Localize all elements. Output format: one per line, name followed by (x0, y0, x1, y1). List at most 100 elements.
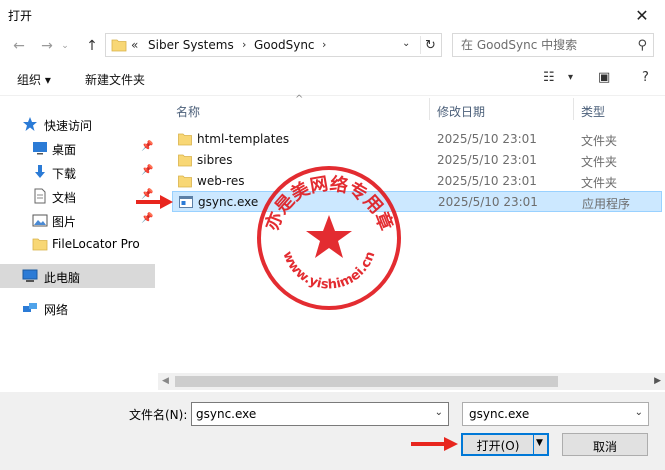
column-header-date[interactable]: 修改日期 (437, 96, 485, 122)
file-date: 2025/5/10 23:01 (437, 153, 537, 167)
sort-ascending-icon: ^ (295, 94, 304, 105)
forward-button[interactable]: → (36, 36, 58, 56)
search-box[interactable]: ⚲ (452, 33, 654, 57)
dropdown-arrow-icon[interactable]: ▼ (536, 438, 543, 448)
breadcrumb-separator-icon[interactable]: › (322, 38, 326, 51)
sidebar-item-label: 网络 (44, 303, 69, 317)
column-header-name[interactable]: 名称 (176, 96, 200, 122)
breadcrumb-separator-icon[interactable]: › (242, 38, 246, 51)
file-row[interactable]: html-templates 2025/5/10 23:01 文件夹 (172, 129, 662, 150)
scroll-right-icon[interactable]: ▶ (654, 376, 661, 386)
column-header-type[interactable]: 类型 (581, 96, 605, 122)
sidebar-item-filelocator-pro[interactable]: FileLocator Pro (0, 232, 155, 256)
file-row[interactable]: sibres 2025/5/10 23:01 文件夹 (172, 150, 662, 171)
file-type: 文件夹 (581, 176, 618, 190)
view-options-icon[interactable]: ☷ (543, 70, 555, 85)
sidebar-item-network[interactable]: 网络 (0, 296, 155, 320)
computer-icon (22, 269, 38, 282)
file-row[interactable]: web-res 2025/5/10 23:01 文件夹 (172, 171, 662, 192)
overflow-chevron-icon[interactable]: « (131, 38, 138, 52)
sidebar-item-label: 图片 (52, 215, 77, 229)
file-name: web-res (197, 174, 245, 188)
filename-input[interactable] (196, 406, 426, 422)
sidebar-item-quick-access[interactable]: 快速访问 (0, 112, 155, 136)
file-type: 文件夹 (581, 134, 618, 148)
cancel-button[interactable]: 取消 (562, 433, 648, 456)
chevron-down-icon: ⌄ (634, 407, 643, 418)
file-type: 应用程序 (582, 197, 631, 211)
pin-icon[interactable]: 📌 (141, 141, 153, 152)
open-button-label: 打开(O) (476, 439, 520, 453)
filetype-select[interactable]: gsync.exe ⌄ (462, 402, 649, 426)
watermark-seal: 亦是美网络专用章 www.yishimei.cn (257, 166, 401, 310)
column-divider[interactable] (573, 98, 574, 120)
chevron-down-icon[interactable]: ⌄ (435, 407, 443, 418)
sidebar-item-this-pc[interactable]: 此电脑 (0, 264, 155, 288)
preview-pane-icon[interactable]: ▣ (598, 70, 610, 85)
sidebar-item-label: 桌面 (52, 143, 77, 157)
file-list: ^ 名称 修改日期 类型 html-templates 2025/5/10 23… (158, 94, 665, 392)
open-button[interactable]: 打开(O) ▼ (461, 433, 549, 456)
address-dropdown-icon[interactable]: ⌄ (402, 38, 410, 49)
back-button[interactable]: ← (8, 36, 30, 56)
sidebar-item-label: 文档 (52, 191, 77, 205)
annotation-arrow-icon (136, 195, 173, 209)
file-date: 2025/5/10 23:01 (438, 195, 538, 209)
new-folder-button[interactable]: 新建文件夹 (85, 71, 145, 88)
file-row-selected[interactable]: gsync.exe 2025/5/10 23:01 应用程序 (172, 191, 662, 212)
sidebar-item-pictures[interactable]: 图片 📌 (0, 208, 155, 232)
filetype-value: gsync.exe (469, 407, 530, 421)
scrollbar-thumb[interactable] (175, 376, 558, 387)
close-button[interactable]: ✕ (619, 0, 665, 30)
dialog-footer: 文件名(N): ⌄ gsync.exe ⌄ 打开(O) ▼ 取消 (0, 392, 665, 470)
cancel-button-label: 取消 (592, 440, 617, 454)
refresh-button[interactable]: ↻ (420, 36, 440, 54)
folder-icon (111, 39, 127, 52)
network-icon (23, 303, 37, 312)
download-icon (35, 165, 45, 178)
address-bar[interactable]: « Siber Systems › GoodSync › ⌄ ↻ (105, 33, 442, 57)
arrow-up-icon: ↑ (86, 38, 98, 54)
command-bar: 组织 ▾ 新建文件夹 ☷ ▾ ▣ ? (0, 62, 665, 96)
view-dropdown-icon[interactable]: ▾ (568, 72, 573, 83)
file-name: sibres (197, 153, 233, 167)
recent-locations-button[interactable]: ⌄ (58, 36, 72, 56)
scroll-left-icon[interactable]: ◀ (162, 376, 169, 386)
breadcrumb-siber-systems[interactable]: Siber Systems (148, 38, 234, 52)
application-icon (179, 196, 193, 208)
navigation-bar: ← → ⌄ ↑ « Siber Systems › GoodSync › ⌄ ↻… (0, 30, 665, 62)
star-icon (306, 215, 352, 258)
star-icon (23, 117, 37, 131)
horizontal-scrollbar[interactable]: ◀ ▶ (158, 373, 665, 390)
sidebar-item-label: 此电脑 (44, 271, 81, 285)
column-divider[interactable] (429, 98, 430, 120)
sidebar-item-desktop[interactable]: 桌面 📌 (0, 136, 155, 160)
sidebar-item-documents[interactable]: 文档 📌 (0, 184, 155, 208)
picture-icon (32, 214, 48, 227)
arrow-left-icon: ← (13, 38, 25, 54)
breadcrumb-goodsync[interactable]: GoodSync (254, 38, 315, 52)
organize-button[interactable]: 组织 ▾ (17, 71, 51, 88)
sidebar-item-label: 下载 (52, 167, 77, 181)
up-button[interactable]: ↑ (81, 36, 103, 56)
pin-icon[interactable]: 📌 (141, 213, 153, 224)
folder-icon (178, 175, 192, 188)
pin-icon[interactable]: 📌 (141, 165, 153, 176)
window-title: 打开 (8, 9, 33, 23)
folder-icon (178, 154, 192, 167)
file-name: gsync.exe (198, 195, 259, 209)
folder-icon (178, 133, 192, 146)
file-date: 2025/5/10 23:01 (437, 132, 537, 146)
file-type: 文件夹 (581, 155, 618, 169)
sidebar-item-label: 快速访问 (44, 119, 93, 133)
refresh-icon: ↻ (425, 37, 436, 53)
filename-label: 文件名(N): (129, 408, 188, 422)
sidebar-item-downloads[interactable]: 下载 📌 (0, 160, 155, 184)
search-input[interactable] (461, 37, 631, 53)
help-icon[interactable]: ? (642, 70, 649, 85)
file-date: 2025/5/10 23:01 (437, 174, 537, 188)
navigation-pane: 快速访问 桌面 📌 下载 📌 文档 📌 图片 📌 FileLocator Pro… (0, 96, 158, 392)
file-name: html-templates (197, 132, 290, 146)
filename-combobox[interactable]: ⌄ (191, 402, 449, 426)
split-divider (533, 435, 534, 454)
